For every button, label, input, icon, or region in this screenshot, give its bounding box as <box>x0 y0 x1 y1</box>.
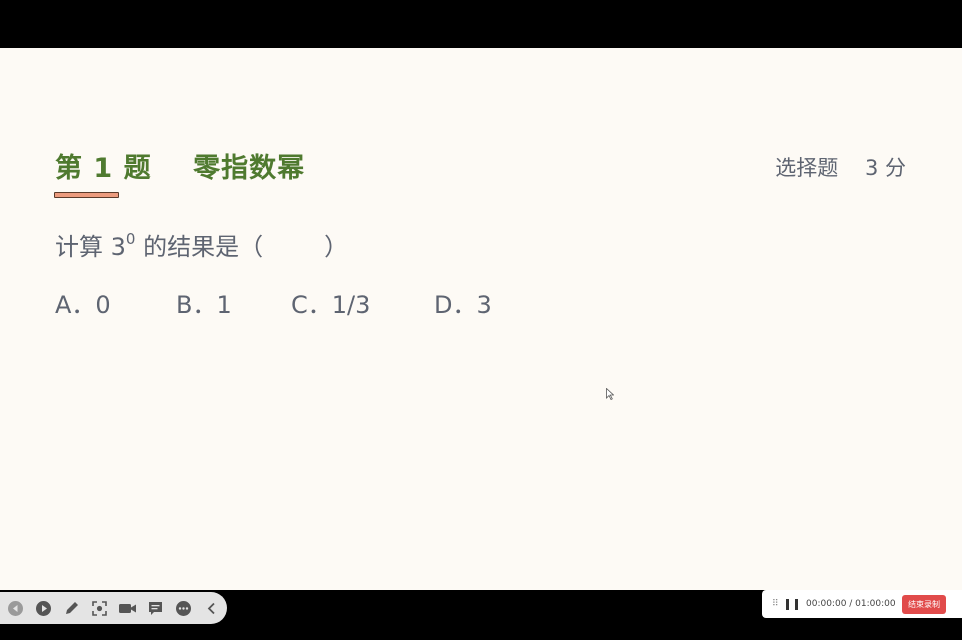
title-underline <box>54 192 119 198</box>
question-pre: 计算 3 <box>55 233 126 261</box>
presentation-toolbar <box>0 592 227 624</box>
option-b[interactable]: B．1 <box>176 285 291 320</box>
option-d[interactable]: D．3 <box>434 285 492 320</box>
slide-canvas: 第 1 题 零指数幂 选择题 3 分 计算 30 的结果是（ ） A．0 B．1… <box>0 48 962 624</box>
option-c[interactable]: C．1/3 <box>291 285 434 320</box>
recording-timer: 00:00:00 / 01:00:00 <box>806 599 896 609</box>
more-icon[interactable] <box>174 599 193 618</box>
camera-icon[interactable] <box>118 599 137 618</box>
question-post: 的结果是（ ） <box>135 233 349 261</box>
stop-recording-button[interactable]: 结束录制 <box>902 594 946 614</box>
comment-icon[interactable] <box>146 599 165 618</box>
pause-icon[interactable] <box>786 598 798 610</box>
recording-bar: ⠿ 00:00:00 / 01:00:00 结束录制 <box>762 590 962 618</box>
play-icon[interactable] <box>34 599 53 618</box>
exponent: 0 <box>125 230 136 248</box>
collapse-icon[interactable] <box>202 599 221 618</box>
answer-options: A．0 B．1 C．1/3 D．3 <box>55 285 492 320</box>
pen-icon[interactable] <box>62 599 81 618</box>
prev-icon[interactable] <box>6 599 25 618</box>
mouse-cursor-icon <box>606 388 614 400</box>
question-title: 第 1 题 零指数幂 <box>55 153 306 184</box>
screenshot-icon[interactable] <box>90 599 109 618</box>
option-a[interactable]: A．0 <box>55 285 176 320</box>
question-text: 计算 30 的结果是（ ） <box>55 227 348 262</box>
drag-handle-icon[interactable]: ⠿ <box>772 599 786 609</box>
question-meta: 选择题 3 分 <box>775 156 906 180</box>
